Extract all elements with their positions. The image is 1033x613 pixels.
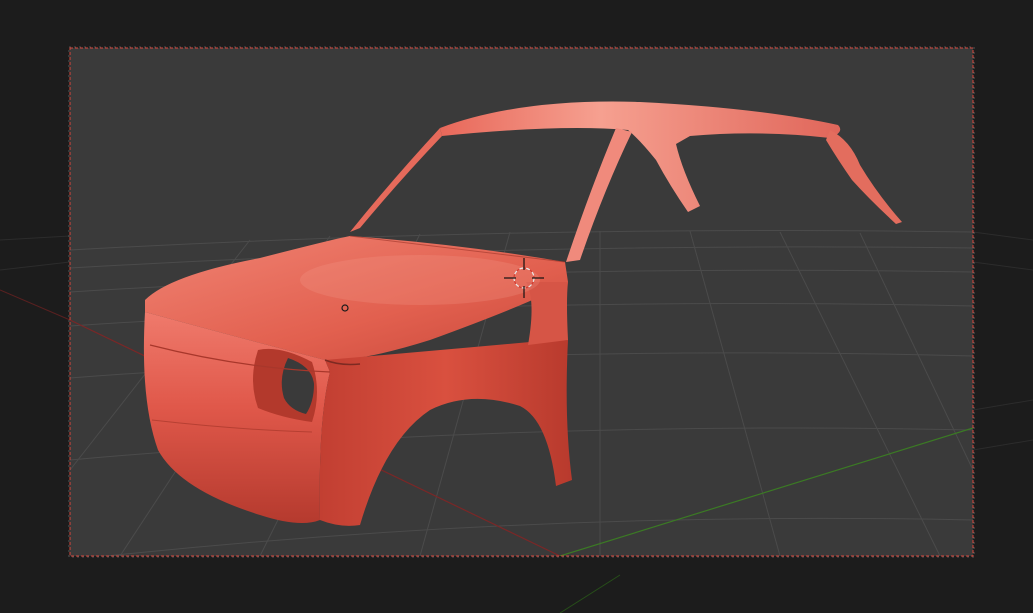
door-edge: [526, 282, 568, 345]
x-axis-outer: [0, 289, 71, 321]
viewport-canvas[interactable]: [0, 0, 1033, 613]
y-axis-outer: [559, 574, 621, 613]
3d-viewport[interactable]: [0, 0, 1033, 613]
